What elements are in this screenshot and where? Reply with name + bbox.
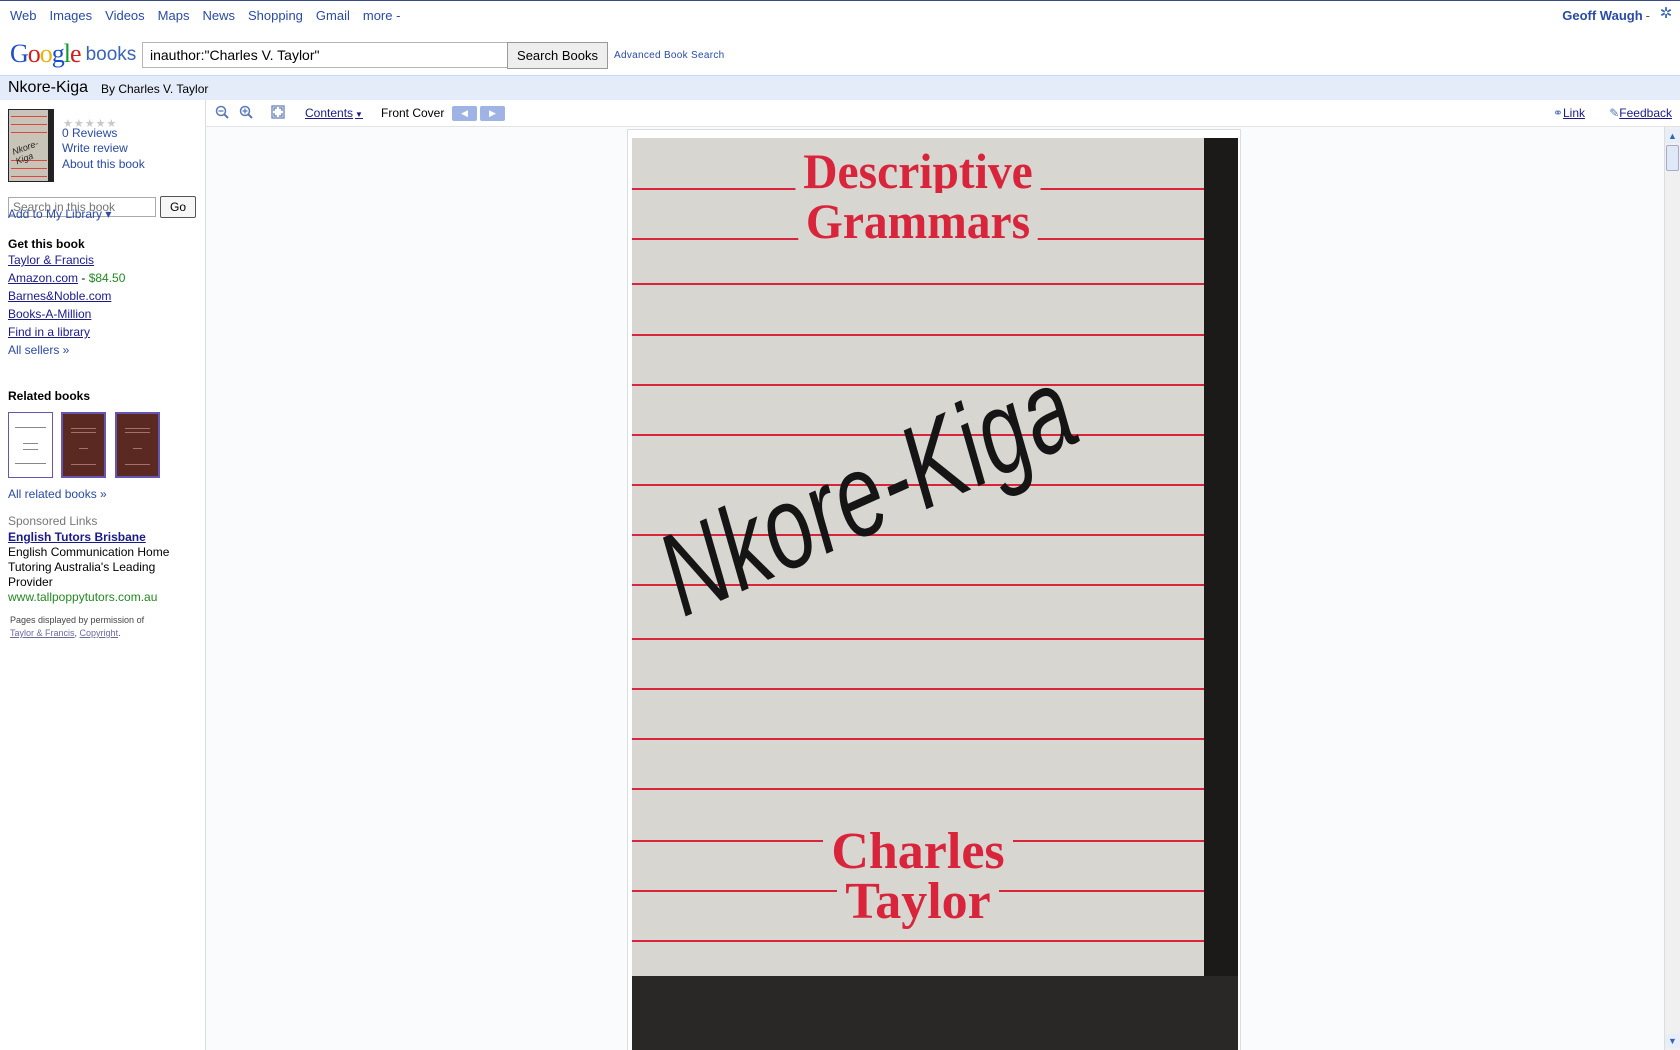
cover-series-line-2: Grammars (646, 193, 1189, 249)
all-related-books-link[interactable]: All related books » (8, 487, 107, 501)
nav-shopping[interactable]: Shopping (248, 8, 303, 23)
find-in-library-link[interactable]: Find in a library (8, 325, 90, 339)
user-separator: - (1645, 8, 1650, 23)
zoom-in-icon[interactable] (238, 105, 254, 121)
current-page-label: Front Cover (381, 106, 445, 120)
contents-dropdown[interactable]: Contents ▼ (305, 106, 363, 120)
book-cover-image: Descriptive Grammars Nkore-Kiga Charles … (632, 138, 1238, 1050)
search-input[interactable] (142, 42, 507, 68)
ad-body: English Communication Home Tutoring Aust… (8, 545, 170, 589)
arrow-right-icon: ▶ (489, 108, 496, 118)
nav-web[interactable]: Web (10, 8, 37, 23)
link-button[interactable]: ⚭Link (1553, 106, 1585, 120)
get-this-book-heading: Get this book (8, 237, 85, 251)
chain-link-icon: ⚭ (1552, 106, 1563, 120)
seller-barnes-noble[interactable]: Barnes&Noble.com (8, 289, 111, 303)
seller-taylor-francis[interactable]: Taylor & Francis (8, 253, 94, 267)
nav-maps[interactable]: Maps (158, 8, 190, 23)
go-button[interactable]: Go (160, 196, 196, 218)
scroll-up-icon[interactable]: ▲ (1665, 129, 1680, 143)
chevron-down-icon: ▼ (355, 110, 363, 119)
nav-videos[interactable]: Videos (105, 8, 145, 23)
permission-text: Pages displayed by permission of (10, 615, 145, 625)
top-bar: Web Images Videos Maps News Shopping Gma… (0, 0, 1680, 28)
fullscreen-icon[interactable] (270, 105, 286, 121)
zoom-out-icon[interactable] (214, 105, 230, 121)
title-bar: Nkore-Kiga By Charles V. Taylor (0, 76, 1680, 100)
book-viewer[interactable]: Descriptive Grammars Nkore-Kiga Charles … (206, 127, 1664, 1050)
related-book-2[interactable] (61, 412, 106, 478)
related-book-1[interactable] (8, 412, 53, 478)
contents-label: Contents (305, 106, 354, 120)
book-thumbnail[interactable]: Nkore-Kiga (8, 109, 54, 182)
cover-author-line-1: Charles (632, 823, 1204, 880)
seller-amazon[interactable]: Amazon.com (8, 271, 78, 285)
cover-spine (1204, 138, 1238, 1050)
nav-news[interactable]: News (202, 8, 235, 23)
write-review-link[interactable]: Write review (62, 141, 128, 155)
feedback-icon: ✎ (1609, 106, 1620, 120)
copyright-link[interactable]: Copyright (80, 628, 119, 638)
permission-notice: Pages displayed by permission of Taylor … (10, 615, 145, 638)
all-sellers-link[interactable]: All sellers » (8, 343, 69, 357)
ad-title-link[interactable]: English Tutors Brisbane (8, 530, 146, 544)
cover-author-line-2: Taylor (632, 873, 1204, 930)
viewer-scrollbar[interactable]: ▲ ▼ (1664, 127, 1680, 1050)
google-books-logo[interactable]: Google books (10, 40, 136, 69)
top-nav: Web Images Videos Maps News Shopping Gma… (10, 8, 413, 23)
seller-amazon-row: Amazon.com - $84.50 (8, 271, 125, 285)
seller-books-a-million[interactable]: Books-A-Million (8, 307, 91, 321)
header: Googlebooks Search Books Advanced Book S… (0, 28, 1680, 76)
feedback-button[interactable]: ✎Feedback (1609, 106, 1672, 120)
arrow-left-icon: ◀ (461, 108, 468, 118)
cover-bottom-band (632, 976, 1238, 1050)
about-book-link[interactable]: About this book (62, 157, 145, 171)
feedback-label[interactable]: Feedback (1619, 106, 1672, 120)
scroll-thumb[interactable] (1666, 145, 1679, 171)
amazon-price: $84.50 (88, 271, 126, 285)
previous-page-button[interactable]: ◀ (452, 106, 477, 121)
link-label[interactable]: Link (1563, 106, 1585, 120)
nav-gmail[interactable]: Gmail (316, 8, 350, 23)
user-name-link[interactable]: Geoff Waugh (1562, 8, 1642, 23)
scroll-down-icon[interactable]: ▼ (1665, 1034, 1680, 1048)
user-area: Geoff Waugh - (1562, 8, 1650, 23)
logo-books-text: books (85, 44, 137, 65)
amazon-separator: - (78, 271, 89, 285)
sponsored-links-heading: Sponsored Links (8, 514, 98, 528)
cover-series-line-1: Descriptive (646, 143, 1189, 199)
add-to-library-link[interactable]: Add to My Library ▾ (8, 207, 111, 221)
page-frame: Descriptive Grammars Nkore-Kiga Charles … (627, 129, 1241, 1050)
related-book-3[interactable] (115, 412, 160, 478)
gear-icon[interactable]: ✲ (1658, 6, 1674, 22)
ad-url[interactable]: www.tallpoppytutors.com.au (8, 590, 157, 604)
sidebar: Nkore-Kiga ★★★★★ 0 Reviews Write review … (0, 100, 206, 1050)
book-byline: By Charles V. Taylor (101, 82, 209, 96)
next-page-button[interactable]: ▶ (480, 106, 505, 121)
search-books-button[interactable]: Search Books (507, 42, 608, 69)
permission-publisher-link[interactable]: Taylor & Francis (10, 628, 75, 638)
nav-images[interactable]: Images (50, 8, 93, 23)
nav-more[interactable]: more - (363, 8, 401, 23)
reviews-link[interactable]: 0 Reviews (62, 126, 117, 140)
advanced-book-search-link[interactable]: Advanced Book Search (614, 50, 725, 61)
related-books-heading: Related books (8, 389, 91, 403)
viewer-toolbar: Contents ▼ Front Cover ◀ ▶ ⚭Link ✎Feedbac… (206, 100, 1680, 127)
book-title: Nkore-Kiga (8, 79, 89, 96)
